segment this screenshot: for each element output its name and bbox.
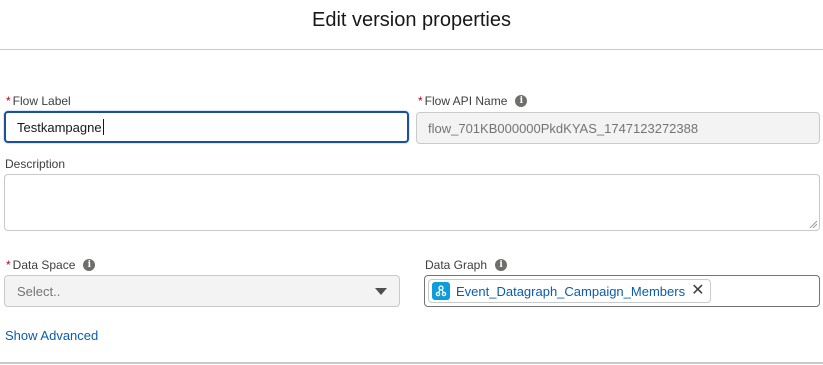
required-marker: *: [6, 94, 11, 108]
data-graph-lookup[interactable]: Event_Datagraph_Campaign_Members ✕: [424, 275, 820, 307]
required-marker: *: [418, 94, 423, 108]
description-label-text: Description: [5, 157, 66, 171]
modal-header: Edit version properties: [0, 0, 823, 50]
show-advanced-link[interactable]: Show Advanced: [5, 328, 98, 343]
footer-divider: [0, 362, 823, 364]
description-textarea[interactable]: [4, 174, 820, 231]
info-icon[interactable]: i: [515, 95, 528, 107]
close-icon[interactable]: ✕: [691, 283, 704, 299]
flow-api-name-label: * Flow API Name i: [418, 94, 528, 108]
info-icon[interactable]: i: [83, 259, 96, 271]
data-space-label-text: Data Space: [12, 258, 76, 272]
info-icon[interactable]: i: [495, 259, 508, 271]
data-graph-label-text: Data Graph: [425, 258, 488, 272]
flow-label-label: * Flow Label: [6, 94, 71, 108]
flow-api-name-input: flow_701KB000000PkdKYAS_1747123272388: [416, 112, 820, 144]
text-caret: [102, 119, 104, 135]
data-graph-pill-label: Event_Datagraph_Campaign_Members: [456, 283, 686, 299]
flow-api-name-value: flow_701KB000000PkdKYAS_1747123272388: [428, 120, 699, 136]
flow-api-name-label-text: Flow API Name: [424, 94, 508, 108]
flow-label-label-text: Flow Label: [12, 94, 71, 108]
flow-label-value: Testkampagne: [17, 119, 102, 135]
modal-title: Edit version properties: [312, 9, 511, 31]
resize-grip-icon[interactable]: [809, 220, 817, 228]
description-label: Description: [5, 157, 65, 171]
required-marker: *: [6, 258, 11, 272]
data-space-label: * Data Space i: [6, 258, 96, 272]
flow-label-input[interactable]: Testkampagne: [4, 111, 409, 143]
chevron-down-icon: [375, 287, 387, 295]
data-graph-icon: [432, 282, 450, 300]
data-space-select[interactable]: Select..: [4, 275, 400, 307]
data-graph-pill[interactable]: Event_Datagraph_Campaign_Members ✕: [428, 279, 712, 303]
data-space-placeholder: Select..: [17, 283, 61, 299]
data-graph-label: Data Graph i: [425, 258, 508, 272]
